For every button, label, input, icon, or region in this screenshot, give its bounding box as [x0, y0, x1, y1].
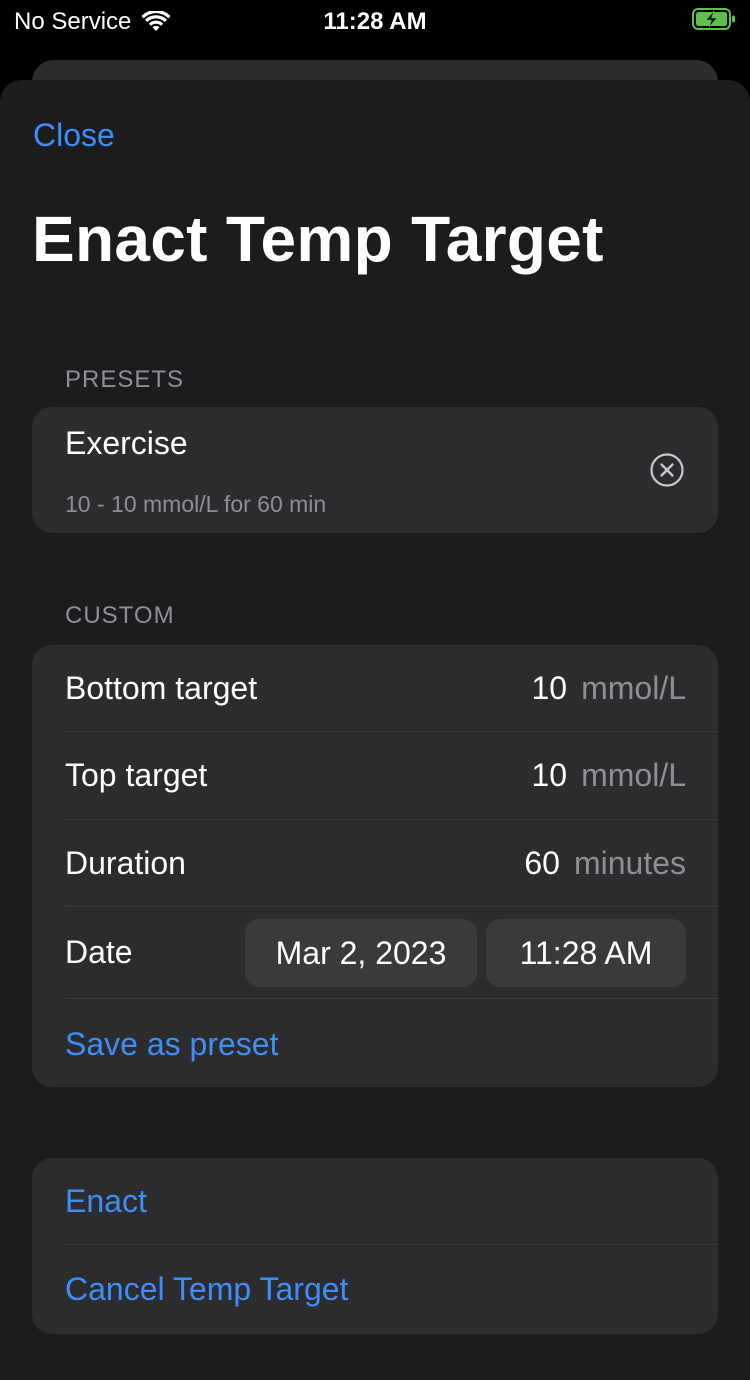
enact-button[interactable]: Enact — [65, 1183, 147, 1220]
custom-group: Bottom target 10 mmol/L Top target 10 mm… — [32, 645, 718, 1087]
top-target-number[interactable]: 10 — [532, 757, 568, 794]
bottom-target-unit: mmol/L — [581, 670, 686, 706]
top-target-row[interactable]: Top target 10 mmol/L — [32, 732, 718, 819]
close-button[interactable]: Close — [33, 117, 115, 154]
bottom-target-label: Bottom target — [65, 670, 258, 706]
presets-header: PRESETS — [65, 366, 185, 393]
preset-item[interactable]: Exercise 10 - 10 mmol/L for 60 min — [32, 407, 718, 533]
page-title: Enact Temp Target — [32, 203, 604, 275]
remove-preset-icon[interactable] — [650, 453, 684, 487]
duration-value[interactable]: 60 minutes — [524, 845, 686, 882]
top-target-value[interactable]: 10 mmol/L — [532, 757, 687, 794]
custom-header: CUSTOM — [65, 602, 175, 629]
status-time: 11:28 AM — [323, 8, 427, 35]
time-picker-button[interactable]: 11:28 AM — [486, 919, 686, 987]
top-target-label: Top target — [65, 757, 208, 793]
cancel-temp-target-button[interactable]: Cancel Temp Target — [65, 1271, 348, 1308]
bottom-target-value[interactable]: 10 mmol/L — [532, 670, 687, 707]
battery-charging-icon — [692, 8, 735, 30]
duration-label: Duration — [65, 845, 186, 881]
save-as-preset-button[interactable]: Save as preset — [65, 1026, 278, 1063]
actions-group: Enact Cancel Temp Target — [32, 1158, 718, 1334]
preset-detail: 10 - 10 mmol/L for 60 min — [65, 491, 327, 517]
status-bar: No Service 11:28 AM — [0, 0, 750, 44]
preset-name: Exercise — [65, 425, 188, 461]
date-label: Date — [65, 934, 133, 970]
bottom-target-row[interactable]: Bottom target 10 mmol/L — [32, 645, 718, 732]
date-picker-button[interactable]: Mar 2, 2023 — [245, 919, 477, 987]
duration-unit: minutes — [573, 845, 686, 881]
duration-row[interactable]: Duration 60 minutes — [32, 820, 718, 907]
bottom-target-number[interactable]: 10 — [532, 670, 568, 707]
divider — [65, 998, 718, 999]
divider — [65, 1244, 718, 1245]
duration-number[interactable]: 60 — [524, 845, 560, 882]
top-target-unit: mmol/L — [581, 757, 686, 793]
